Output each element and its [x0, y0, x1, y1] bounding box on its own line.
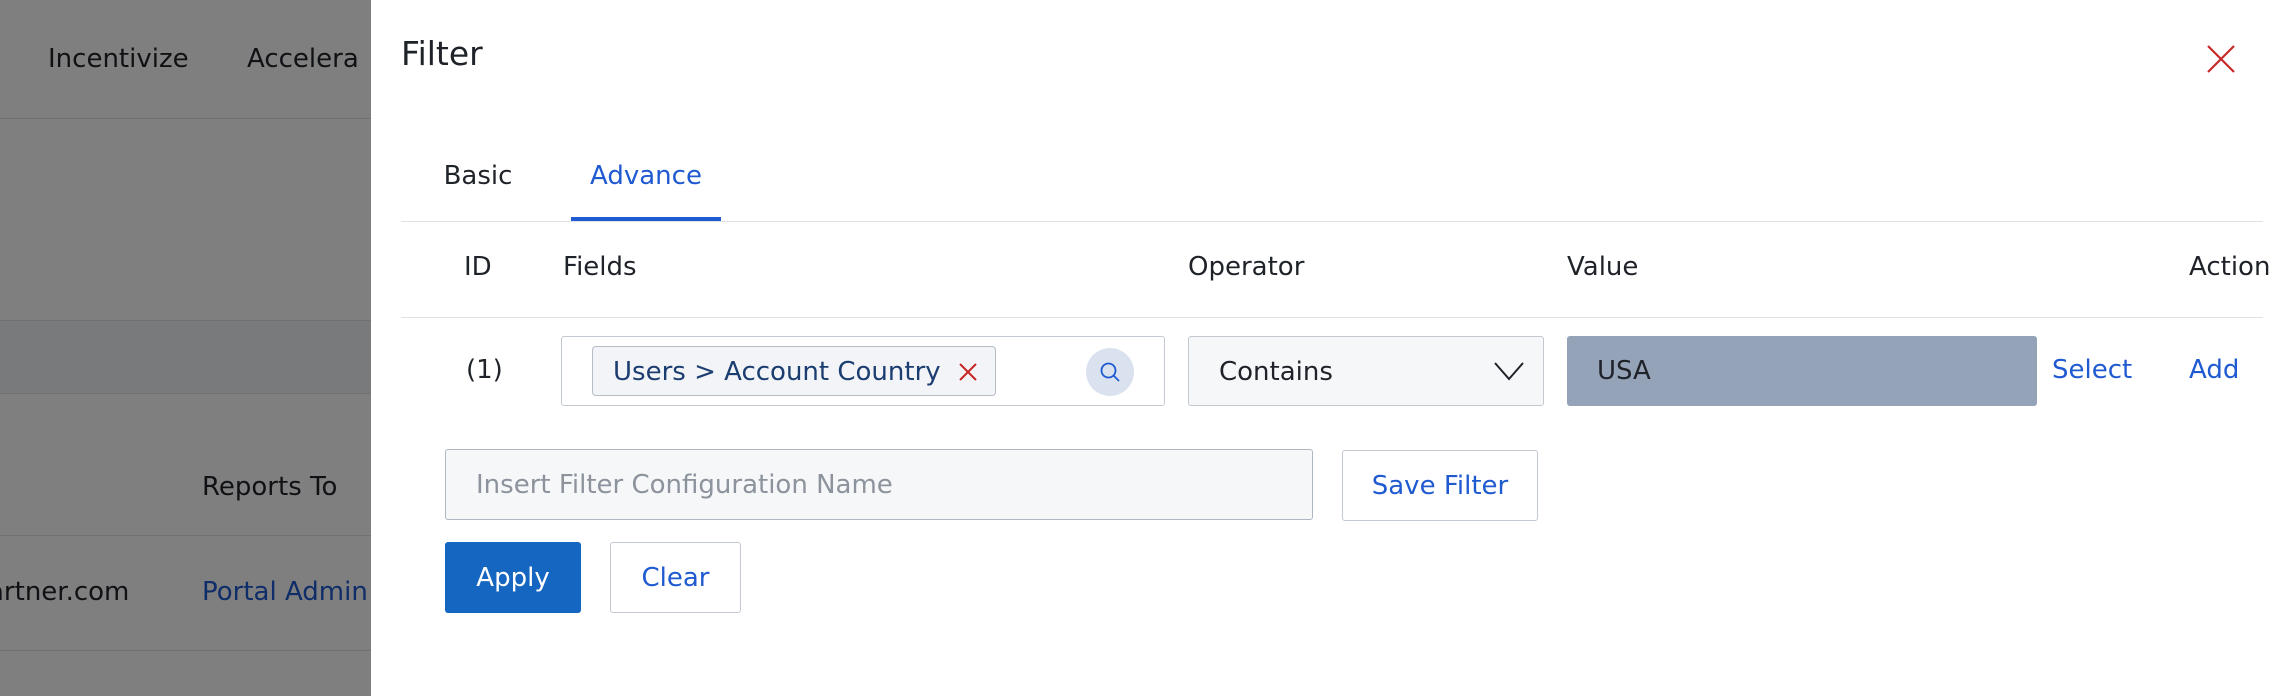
- select-value-link[interactable]: Select: [2052, 355, 2132, 385]
- close-button[interactable]: [2200, 38, 2242, 80]
- remove-chip-button[interactable]: [957, 361, 979, 383]
- remove-icon: [959, 363, 977, 381]
- value-text: USA: [1597, 356, 1651, 386]
- tab-advance[interactable]: Advance: [571, 150, 721, 221]
- clear-button[interactable]: Clear: [610, 542, 741, 613]
- drawer-title: Filter: [401, 34, 483, 73]
- column-header-id: ID: [464, 252, 492, 282]
- filter-tabs: Basic Advance: [401, 150, 2263, 222]
- chevron-down-icon: [1493, 359, 1525, 383]
- close-icon: [2207, 45, 2235, 73]
- column-header-value: Value: [1567, 252, 1639, 282]
- apply-button[interactable]: Apply: [445, 542, 581, 613]
- field-search-button[interactable]: [1086, 348, 1134, 396]
- search-icon: [1100, 362, 1120, 382]
- filter-row: (1) Users > Account Country Contains USA…: [401, 318, 2263, 430]
- field-chip: Users > Account Country: [592, 346, 996, 396]
- column-header-action: Action: [2189, 252, 2271, 282]
- filter-table-header: ID Fields Operator Value Action: [401, 222, 2270, 318]
- column-header-operator: Operator: [1188, 252, 1305, 282]
- fields-input[interactable]: Users > Account Country: [561, 336, 1165, 406]
- value-field[interactable]: USA: [1567, 336, 2037, 406]
- tab-basic[interactable]: Basic: [425, 150, 531, 221]
- add-row-link[interactable]: Add: [2189, 355, 2239, 385]
- column-header-fields: Fields: [563, 252, 637, 282]
- operator-select[interactable]: Contains: [1188, 336, 1544, 406]
- field-chip-label: Users > Account Country: [613, 357, 941, 387]
- save-filter-button[interactable]: Save Filter: [1342, 450, 1538, 521]
- operator-selected-value: Contains: [1219, 357, 1333, 387]
- filter-config-name-input[interactable]: [445, 449, 1313, 520]
- row-id: (1): [466, 355, 503, 385]
